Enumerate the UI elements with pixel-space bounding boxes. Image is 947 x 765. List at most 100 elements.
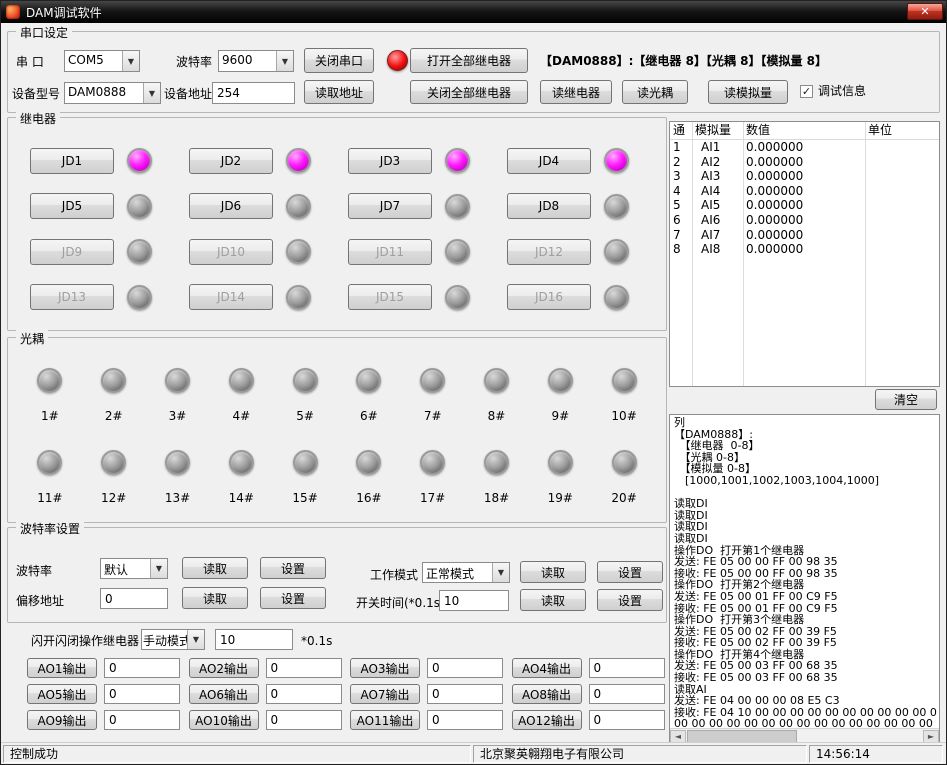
ao-value-input[interactable] bbox=[589, 658, 665, 678]
ao-value-input[interactable] bbox=[266, 684, 342, 704]
title-bar[interactable]: DAM调试软件 ✕ bbox=[1, 1, 946, 23]
relay-button[interactable]: JD4 bbox=[507, 148, 591, 174]
read-address-button[interactable]: 读取地址 bbox=[304, 80, 374, 104]
relay-led-icon bbox=[445, 148, 470, 173]
close-button[interactable]: ✕ bbox=[907, 3, 943, 20]
flash-time-input[interactable] bbox=[215, 629, 293, 650]
flash-mode-select[interactable]: 手动模式 ▼ bbox=[141, 629, 205, 650]
relay-button[interactable]: JD14 bbox=[189, 284, 273, 310]
baud-set-button[interactable]: 设置 bbox=[260, 557, 326, 579]
debug-info-label: 调试信息 bbox=[818, 84, 866, 98]
offset-label: 偏移地址 bbox=[16, 594, 64, 608]
switch-time-read-button[interactable]: 读取 bbox=[520, 589, 586, 611]
relay-cell: JD2 bbox=[181, 138, 340, 184]
open-all-relays-button[interactable]: 打开全部继电器 bbox=[410, 48, 528, 73]
ao-value-input[interactable] bbox=[104, 710, 180, 730]
table-row[interactable]: 2 AI2 0.000000 bbox=[670, 155, 939, 170]
offset-input[interactable] bbox=[100, 588, 168, 609]
opto-led-icon bbox=[548, 450, 573, 475]
work-mode-read-button[interactable]: 读取 bbox=[520, 561, 586, 583]
model-select[interactable]: DAM0888 ▼ bbox=[64, 82, 161, 104]
baud-read-button[interactable]: 读取 bbox=[182, 557, 248, 579]
clear-button[interactable]: 清空 bbox=[875, 389, 937, 410]
ao-output-button[interactable]: AO12输出 bbox=[512, 710, 582, 730]
log-horizontal-scrollbar[interactable]: ◄ ► bbox=[670, 728, 939, 743]
ao-output-button[interactable]: AO6输出 bbox=[189, 684, 259, 704]
relay-cell: JD3 bbox=[340, 138, 499, 184]
table-row[interactable]: 1 AI1 0.000000 bbox=[670, 140, 939, 155]
relay-button[interactable]: JD7 bbox=[348, 193, 432, 219]
relay-cell: JD10 bbox=[181, 229, 340, 275]
ao-value-input[interactable] bbox=[427, 658, 503, 678]
relay-button[interactable]: JD2 bbox=[189, 148, 273, 174]
ao-value-input[interactable] bbox=[104, 658, 180, 678]
port-select[interactable]: COM5 ▼ bbox=[64, 50, 140, 72]
cell-channel: 4 bbox=[670, 184, 692, 199]
cell-unit bbox=[865, 155, 939, 170]
relay-button[interactable]: JD10 bbox=[189, 239, 273, 265]
relay-button[interactable]: JD12 bbox=[507, 239, 591, 265]
ao-value-input[interactable] bbox=[427, 684, 503, 704]
relay-button[interactable]: JD16 bbox=[507, 284, 591, 310]
work-mode-set-button[interactable]: 设置 bbox=[597, 561, 663, 583]
ao-output-button[interactable]: AO5输出 bbox=[27, 684, 97, 704]
table-row[interactable]: 7 AI7 0.000000 bbox=[670, 228, 939, 243]
table-row[interactable]: 8 AI8 0.000000 bbox=[670, 242, 939, 257]
switch-time-input[interactable] bbox=[439, 590, 509, 611]
read-analog-button[interactable]: 读模拟量 bbox=[708, 80, 788, 104]
ao-output-button[interactable]: AO3输出 bbox=[350, 658, 420, 678]
table-row[interactable]: 3 AI3 0.000000 bbox=[670, 169, 939, 184]
ao-output-button[interactable]: AO2输出 bbox=[189, 658, 259, 678]
address-input[interactable] bbox=[212, 82, 295, 104]
relay-button[interactable]: JD5 bbox=[30, 193, 114, 219]
read-opto-button[interactable]: 读光耦 bbox=[622, 80, 688, 104]
close-all-relays-button[interactable]: 关闭全部继电器 bbox=[410, 80, 528, 104]
analog-table-body: 1 AI1 0.000000 2 AI2 0.000000 3 AI3 0.00… bbox=[670, 140, 939, 257]
work-mode-select[interactable]: 正常模式 ▼ bbox=[422, 562, 510, 583]
cell-analog: AI2 bbox=[692, 155, 743, 170]
ao-value-input[interactable] bbox=[266, 710, 342, 730]
relay-button[interactable]: JD9 bbox=[30, 239, 114, 265]
table-row[interactable]: 4 AI4 0.000000 bbox=[670, 184, 939, 199]
switch-time-set-button[interactable]: 设置 bbox=[597, 589, 663, 611]
opto-label: 13# bbox=[165, 491, 190, 505]
baud-select[interactable]: 9600 ▼ bbox=[218, 50, 294, 72]
relay-button[interactable]: JD13 bbox=[30, 284, 114, 310]
ao-output-button[interactable]: AO10输出 bbox=[189, 710, 259, 730]
read-relays-button[interactable]: 读继电器 bbox=[540, 80, 612, 104]
ao-output-button[interactable]: AO4输出 bbox=[512, 658, 582, 678]
relay-button[interactable]: JD1 bbox=[30, 148, 114, 174]
relay-button[interactable]: JD15 bbox=[348, 284, 432, 310]
offset-read-button[interactable]: 读取 bbox=[182, 587, 248, 609]
col-header-value: 数值 bbox=[743, 122, 865, 139]
offset-set-button[interactable]: 设置 bbox=[260, 587, 326, 609]
ao-output-button[interactable]: AO8输出 bbox=[512, 684, 582, 704]
ao-cell: AO7输出 bbox=[346, 681, 508, 707]
debug-log-text: 列 【DAM0888】: 【继电器 0-8】 【光耦 0-8】 【模拟量 0-8… bbox=[674, 417, 937, 727]
ao-output-button[interactable]: AO1输出 bbox=[27, 658, 97, 678]
debug-info-checkbox[interactable]: ✓ 调试信息 bbox=[800, 84, 866, 98]
ao-output-button[interactable]: AO7输出 bbox=[350, 684, 420, 704]
ao-value-input[interactable] bbox=[589, 684, 665, 704]
relay-led-icon bbox=[127, 285, 152, 310]
relay-button[interactable]: JD11 bbox=[348, 239, 432, 265]
work-mode-value: 正常模式 bbox=[423, 563, 492, 582]
table-row[interactable]: 6 AI6 0.000000 bbox=[670, 213, 939, 228]
close-port-button[interactable]: 关闭串口 bbox=[304, 48, 374, 73]
baud-settings-group: 波特率设置 波特率 默认 ▼ 读取 设置 工作模式 正常模式 ▼ 读取 设置 偏… bbox=[7, 527, 667, 623]
chevron-down-icon: ▼ bbox=[276, 51, 293, 71]
ao-value-input[interactable] bbox=[266, 658, 342, 678]
baud-setting-select[interactable]: 默认 ▼ bbox=[100, 558, 168, 579]
relay-button[interactable]: JD8 bbox=[507, 193, 591, 219]
table-row[interactable]: 5 AI5 0.000000 bbox=[670, 198, 939, 213]
cell-analog: AI1 bbox=[692, 140, 743, 155]
relay-button[interactable]: JD3 bbox=[348, 148, 432, 174]
ao-value-input[interactable] bbox=[104, 684, 180, 704]
ao-value-input[interactable] bbox=[589, 710, 665, 730]
opto-cell: 10# bbox=[592, 362, 656, 444]
ao-output-button[interactable]: AO9输出 bbox=[27, 710, 97, 730]
ao-value-input[interactable] bbox=[427, 710, 503, 730]
relay-button[interactable]: JD6 bbox=[189, 193, 273, 219]
debug-log-panel[interactable]: 列 【DAM0888】: 【继电器 0-8】 【光耦 0-8】 【模拟量 0-8… bbox=[669, 414, 940, 744]
ao-output-button[interactable]: AO11输出 bbox=[350, 710, 420, 730]
